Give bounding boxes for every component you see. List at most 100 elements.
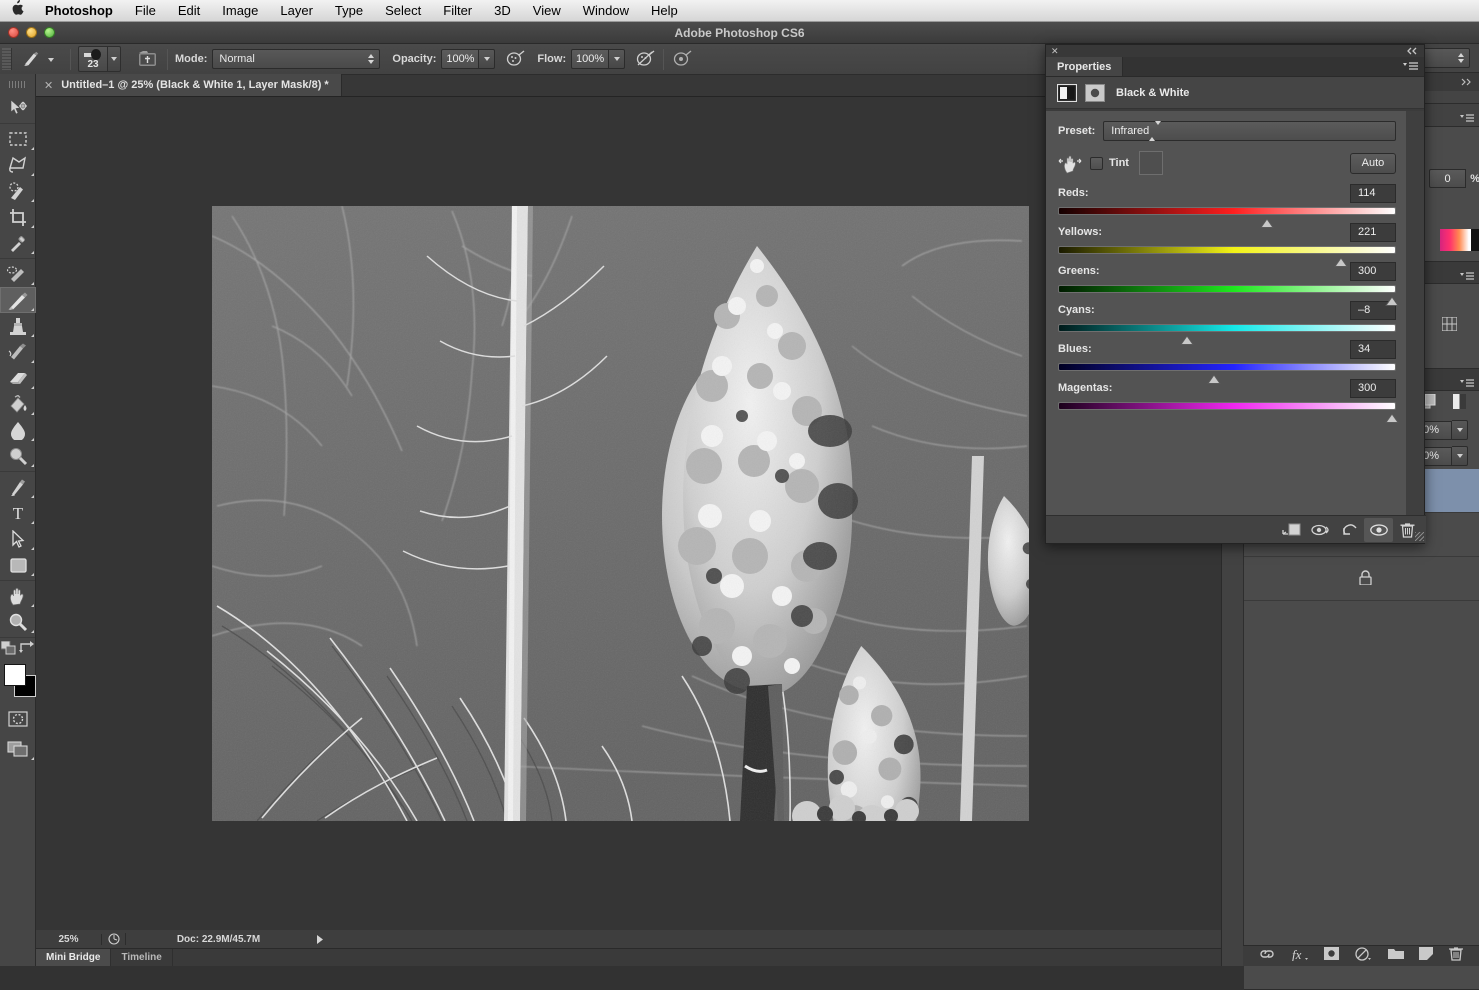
properties-panel-titlebar[interactable]: ✕	[1046, 45, 1424, 57]
current-tool-icon[interactable]	[20, 49, 44, 70]
slider-track[interactable]	[1058, 363, 1396, 384]
menu-file[interactable]: File	[124, 0, 167, 22]
close-icon[interactable]: ✕	[1051, 46, 1059, 56]
toggle-layer-visibility-icon[interactable]	[1364, 517, 1393, 542]
new-layer-icon[interactable]	[1419, 947, 1434, 965]
layer-fill-dropdown-arrow[interactable]	[1452, 446, 1468, 466]
document-info-icon[interactable]	[102, 933, 126, 945]
add-mask-icon[interactable]	[1324, 947, 1340, 965]
menu-filter[interactable]: Filter	[432, 0, 483, 22]
document-image[interactable]	[212, 206, 1029, 821]
screen-mode-toggle[interactable]	[0, 736, 36, 762]
opacity-value[interactable]: 100%	[441, 49, 480, 69]
slider-thumb[interactable]	[1260, 215, 1275, 228]
tools-panel-grip[interactable]	[0, 75, 35, 93]
on-image-adjustment-hand-icon[interactable]	[1058, 153, 1082, 174]
crop-tool[interactable]	[0, 204, 36, 230]
delete-layer-icon[interactable]	[1449, 946, 1464, 966]
menu-window[interactable]: Window	[572, 0, 640, 22]
lock-all-icon[interactable]	[1453, 394, 1466, 414]
panel-menu-icon[interactable]	[1460, 268, 1474, 280]
slider-thumb[interactable]	[1384, 410, 1399, 423]
document-tab[interactable]: ✕ Untitled–1 @ 25% (Black & White 1, Lay…	[36, 74, 342, 96]
color-swatches[interactable]	[0, 662, 36, 702]
minimize-window-button[interactable]	[26, 27, 37, 38]
maximize-window-button[interactable]	[44, 27, 55, 38]
menu-type[interactable]: Type	[324, 0, 374, 22]
opacity-dropdown-arrow[interactable]	[479, 49, 496, 69]
color-ramp[interactable]	[1440, 229, 1479, 251]
eyedropper-tool[interactable]	[0, 230, 36, 256]
brush-panel-toggle-icon[interactable]	[134, 47, 160, 71]
layer-row-background[interactable]	[1244, 557, 1479, 601]
marquee-tool[interactable]	[0, 126, 36, 152]
brush-size-preview[interactable]: 23	[78, 46, 108, 72]
zoom-level-field[interactable]: 25%	[36, 933, 102, 945]
menu-image[interactable]: Image	[211, 0, 269, 22]
pen-tool[interactable]	[0, 474, 36, 500]
slider-value-field[interactable]: 221	[1350, 222, 1396, 242]
close-window-button[interactable]	[8, 27, 19, 38]
eraser-tool[interactable]	[0, 365, 36, 391]
path-selection-tool[interactable]	[0, 526, 36, 552]
slider-track[interactable]	[1058, 246, 1396, 267]
fx-icon[interactable]: fx	[1291, 947, 1309, 966]
tab-mini-bridge[interactable]: Mini Bridge	[36, 949, 112, 966]
tablet-pressure-size-icon[interactable]	[671, 48, 693, 70]
flow-control[interactable]: 100%	[571, 49, 626, 69]
move-tool[interactable]	[0, 95, 36, 121]
tint-checkbox[interactable]	[1090, 156, 1103, 170]
menu-edit[interactable]: Edit	[167, 0, 211, 22]
healing-brush-tool[interactable]	[0, 261, 36, 287]
tool-preset-dropdown-arrow[interactable]	[48, 53, 54, 65]
link-layers-icon[interactable]	[1259, 947, 1275, 965]
panel-menu-icon[interactable]	[1460, 375, 1474, 387]
preset-select[interactable]: Infrared	[1103, 121, 1396, 141]
properties-panel-scrollbar[interactable]	[1406, 111, 1424, 515]
opacity-pressure-icon[interactable]	[504, 48, 526, 70]
flow-value[interactable]: 100%	[571, 49, 610, 69]
tint-color-swatch[interactable]	[1138, 151, 1163, 175]
brush-size-dropdown-arrow[interactable]	[108, 46, 121, 72]
tab-timeline[interactable]: Timeline	[111, 949, 173, 966]
menu-help[interactable]: Help	[640, 0, 689, 22]
history-brush-tool[interactable]	[0, 339, 36, 365]
airbrush-toggle-icon[interactable]	[634, 48, 656, 70]
slider-value-field[interactable]: 34	[1350, 339, 1396, 359]
opacity-control[interactable]: 100%	[441, 49, 496, 69]
slider-value-field[interactable]: 300	[1350, 261, 1396, 281]
slider-track[interactable]	[1058, 324, 1396, 345]
panel-menu-icon[interactable]	[1460, 110, 1474, 122]
slider-track[interactable]	[1058, 207, 1396, 228]
slider-value-field[interactable]: 300	[1350, 378, 1396, 398]
status-menu-arrow[interactable]	[311, 934, 329, 944]
clip-to-layer-icon[interactable]	[1277, 518, 1306, 542]
quick-selection-tool[interactable]	[0, 178, 36, 204]
slider-track[interactable]	[1058, 402, 1399, 423]
expand-panels-icon[interactable]	[1460, 73, 1474, 91]
slider-thumb[interactable]	[1334, 254, 1349, 267]
tab-properties[interactable]: Properties	[1046, 57, 1124, 76]
reset-adjustment-icon[interactable]	[1335, 518, 1364, 542]
panel-menu-icon[interactable]	[1403, 58, 1418, 76]
slider-thumb[interactable]	[1179, 332, 1194, 345]
menu-layer[interactable]: Layer	[269, 0, 324, 22]
menu-photoshop[interactable]: Photoshop	[34, 0, 124, 22]
apple-icon[interactable]	[0, 0, 34, 21]
color-value-field[interactable]: 0	[1429, 169, 1467, 188]
lasso-tool[interactable]	[0, 152, 36, 178]
blur-tool[interactable]	[0, 417, 36, 443]
layer-mask-thumbnail-icon[interactable]	[1085, 83, 1105, 102]
slider-thumb[interactable]	[1384, 293, 1399, 306]
zoom-tool[interactable]	[0, 609, 36, 635]
close-icon[interactable]: ✕	[44, 79, 53, 92]
clone-stamp-tool[interactable]	[0, 313, 36, 339]
brush-tool[interactable]	[0, 287, 36, 313]
resize-grip[interactable]	[1415, 532, 1424, 541]
type-tool[interactable]: T	[0, 500, 36, 526]
flow-dropdown-arrow[interactable]	[609, 49, 626, 69]
default-colors-icon[interactable]	[0, 640, 17, 660]
slider-track[interactable]	[1058, 285, 1399, 306]
quick-mask-toggle[interactable]	[0, 706, 36, 732]
dodge-tool[interactable]	[0, 443, 36, 469]
